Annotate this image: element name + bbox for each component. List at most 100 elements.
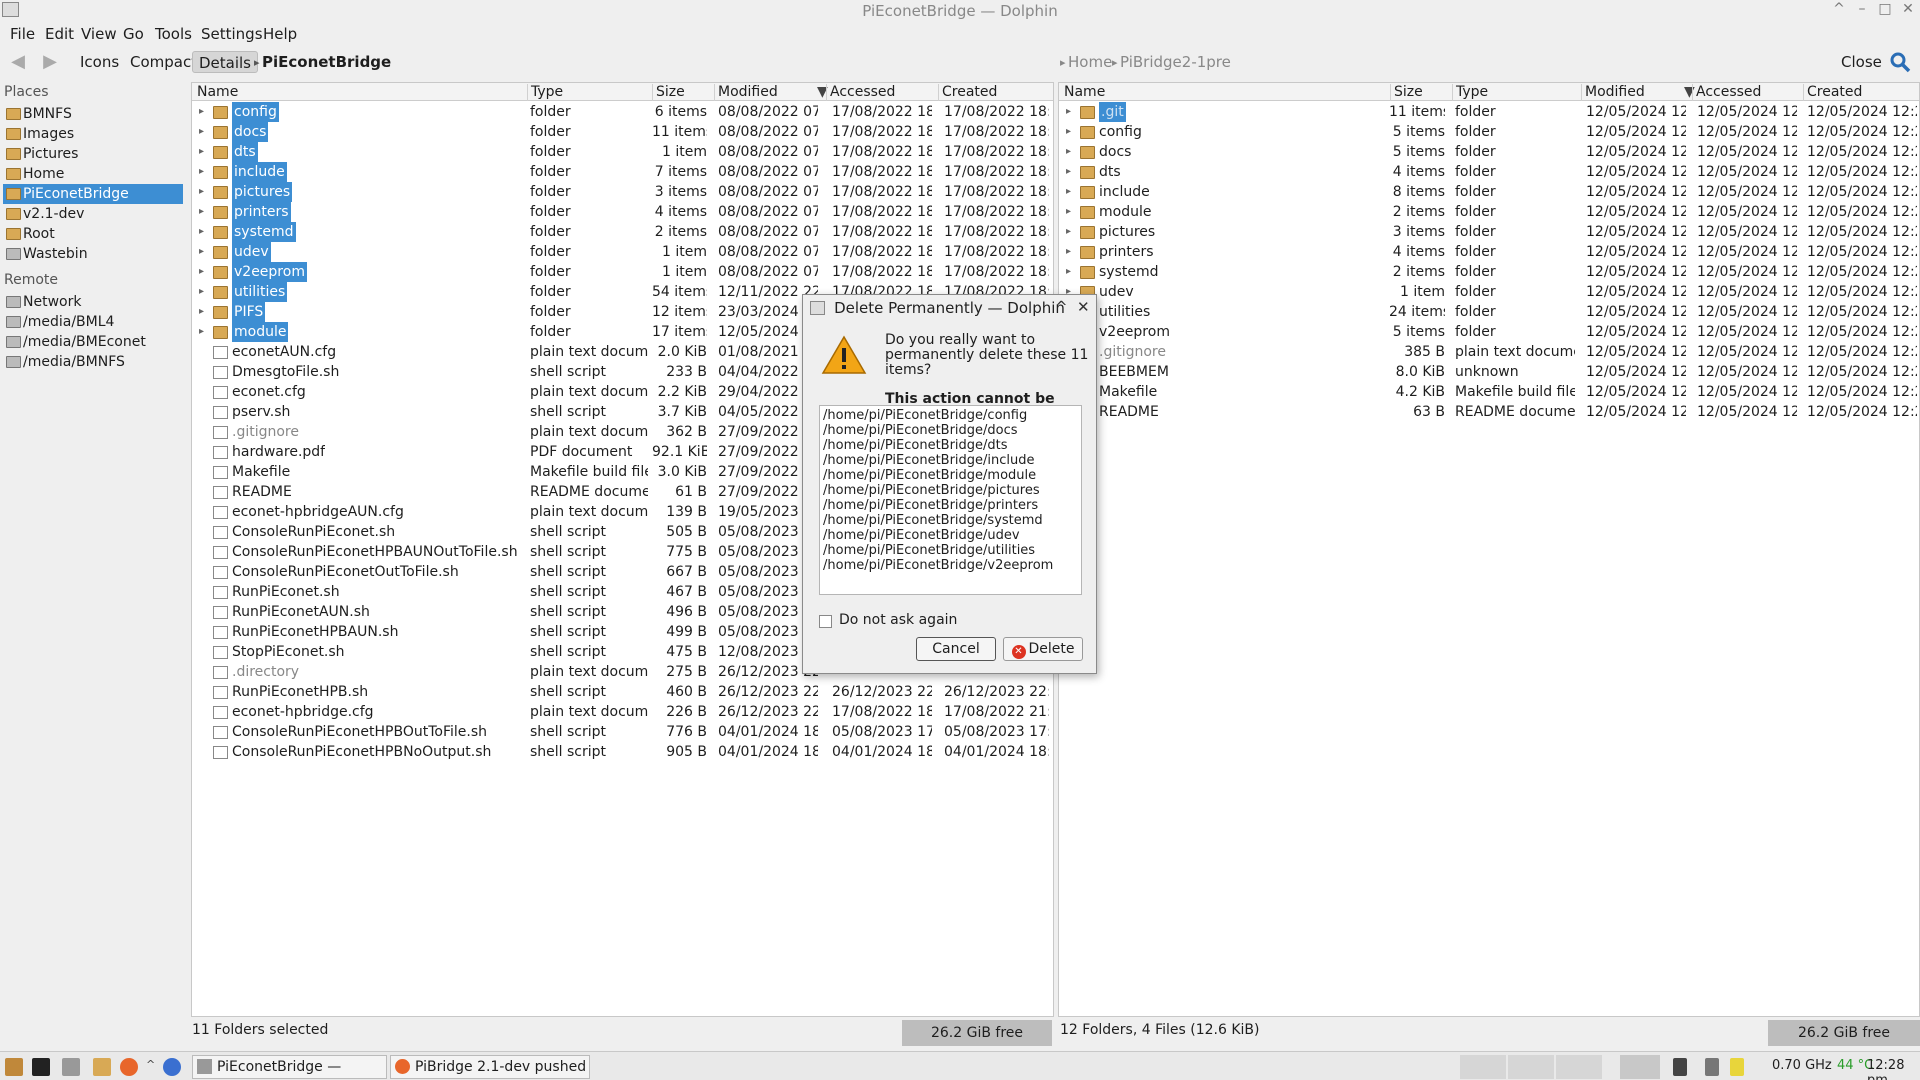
task-dolphin[interactable]: PiEconetBridge — Dolphin (192, 1055, 387, 1079)
header-type[interactable]: Type (1452, 84, 1488, 101)
clock[interactable]: 12:28 pm (1867, 1058, 1920, 1080)
close-split-button[interactable]: Close (1835, 51, 1888, 73)
expand-arrow-icon[interactable]: ▸ (1066, 222, 1071, 242)
header-size[interactable]: Size (1390, 84, 1423, 101)
expand-arrow-icon[interactable]: ▸ (1066, 182, 1071, 202)
close-window-button[interactable]: ✕ (1898, 1, 1918, 19)
forward-arrow-icon[interactable]: ▶ (38, 51, 62, 73)
search-icon[interactable] (1888, 51, 1912, 73)
remote-item[interactable]: /media/BML4 (3, 312, 183, 332)
expand-arrow-icon[interactable]: ▸ (199, 282, 204, 302)
file-row[interactable]: Makefile 4.2 KiB Makefile build file 12/05/… (1059, 382, 1919, 402)
dialog-shade-icon[interactable]: ^ (1055, 298, 1068, 316)
place-item[interactable]: BMNFS (3, 104, 183, 124)
file-manager-icon[interactable] (93, 1058, 111, 1076)
expand-arrow-icon[interactable]: ▸ (199, 242, 204, 262)
file-row[interactable]: ▸utilities24 itemsfolder12/05/2024 12:28… (1059, 302, 1919, 322)
file-row[interactable]: econet-hpbridge.cfg plain text document 22… (192, 702, 1053, 722)
file-row[interactable]: ▸ pictures folder 3 items 08/08/2022 07:43 17… (192, 182, 1053, 202)
task-browser[interactable]: PiBridge 2.1-dev pushed to... (390, 1055, 590, 1079)
file-row[interactable]: ▸ .git 11 items folder 12/05/2024 12:28 12/05… (1059, 102, 1919, 122)
file-row[interactable]: .gitignore 385 B plain text document 12/05/… (1059, 342, 1919, 362)
file-row[interactable]: ▸ systemd 2 items folder 12/05/2024 12:28 12/… (1059, 262, 1919, 282)
path-list[interactable]: /home/pi/PiEconetBridge/config/home/pi/P… (819, 405, 1082, 595)
browser-icon[interactable] (163, 1058, 181, 1076)
minimize-button[interactable]: – (1852, 1, 1872, 19)
header-size[interactable]: Size (652, 84, 685, 101)
right-file-pane[interactable]: Name Size Type Modified ▼ Accessed Creat… (1058, 82, 1920, 1017)
do-not-ask-checkbox[interactable] (819, 615, 832, 628)
expand-arrow-icon[interactable]: ▸ (1066, 262, 1071, 282)
expand-arrow-icon[interactable]: ▸ (199, 202, 204, 222)
file-row[interactable]: ▸ dts folder 1 item 08/08/2022 07:43 17/08/20… (192, 142, 1053, 162)
expand-arrow-icon[interactable]: ▸ (1066, 142, 1071, 162)
expand-arrow-icon[interactable]: ▸ (199, 322, 204, 342)
file-row[interactable]: ▸ printers 4 items folder 12/05/2024 12:28 12… (1059, 242, 1919, 262)
header-type[interactable]: Type (527, 84, 563, 101)
expand-arrow-icon[interactable]: ▸ (1066, 162, 1071, 182)
file-row[interactable]: README 63 B README document 12/05/2024 12:2… (1059, 402, 1919, 422)
file-row[interactable]: ▸ module 2 items folder 12/05/2024 12:28 12/0… (1059, 202, 1919, 222)
remote-item[interactable]: Network (3, 292, 183, 312)
terminal-icon[interactable] (32, 1058, 50, 1076)
expand-arrow-icon[interactable]: ▸ (199, 102, 204, 122)
file-row[interactable]: ▸ printers folder 4 items 08/08/2022 07:43 17… (192, 202, 1053, 222)
header-modified[interactable]: Modified (714, 84, 778, 101)
firefox-icon[interactable] (120, 1058, 138, 1076)
expand-arrow-icon[interactable]: ▸ (1066, 242, 1071, 262)
expand-arrow-icon[interactable]: ▸ (1066, 202, 1071, 222)
menu-go[interactable]: Go (123, 25, 144, 43)
maximize-button[interactable]: □ (1875, 1, 1895, 19)
file-row[interactable]: RunPiEconetHPB.sh shell script 460 B 26/12/… (192, 682, 1053, 702)
header-created[interactable]: Created (1803, 84, 1862, 101)
file-row[interactable]: ▸udev1 itemfolder12/05/2024 12:2812/05/2… (1059, 282, 1919, 302)
workspace-2[interactable] (1508, 1055, 1554, 1079)
place-item[interactable]: Root (3, 224, 183, 244)
dialog-close-icon[interactable]: ✕ (1077, 298, 1090, 316)
file-row[interactable]: ConsoleRunPiEconetHPBNoOutput.sh shell sc… (192, 742, 1053, 762)
file-row[interactable]: ▸ systemd folder 2 items 08/08/2022 07:43 17/… (192, 222, 1053, 242)
menu-help[interactable]: Help (263, 25, 297, 43)
file-row[interactable]: BEEBMEM 8.0 KiB unknown 12/05/2024 12:28 12/… (1059, 362, 1919, 382)
shade-button[interactable]: ^ (1829, 1, 1849, 19)
file-row[interactable]: ▸ config 5 items folder 12/05/2024 12:28 12/0… (1059, 122, 1919, 142)
cancel-button[interactable]: Cancel (916, 637, 996, 661)
workspace-3[interactable] (1556, 1055, 1602, 1079)
menu-view[interactable]: View (81, 25, 117, 43)
text-editor-icon[interactable] (62, 1058, 80, 1076)
place-item[interactable]: Images (3, 124, 183, 144)
file-row[interactable]: ▸ pictures 3 items folder 12/05/2024 12:28 12… (1059, 222, 1919, 242)
volume-muted-icon[interactable] (1673, 1058, 1687, 1076)
remote-item[interactable]: /media/BMEconet (3, 332, 183, 352)
header-name[interactable]: Name (194, 84, 238, 101)
expand-arrow-icon[interactable]: ▸ (199, 182, 204, 202)
place-item[interactable]: Pictures (3, 144, 183, 164)
expand-arrow-icon[interactable]: ▸ (199, 162, 204, 182)
workspace-4[interactable] (1620, 1055, 1660, 1079)
expand-arrow-icon[interactable]: ▸ (199, 262, 204, 282)
file-row[interactable]: ▸ docs folder 11 items 08/08/2022 07:43 17/08… (192, 122, 1053, 142)
remote-item[interactable]: /media/BMNFS (3, 352, 183, 372)
menu-edit[interactable]: Edit (45, 25, 74, 43)
expand-arrow-icon[interactable]: ▸ (199, 122, 204, 142)
place-item[interactable]: Home (3, 164, 183, 184)
header-modified[interactable]: Modified (1581, 84, 1645, 101)
file-row[interactable]: ▸ docs 5 items folder 12/05/2024 12:28 12/05/… (1059, 142, 1919, 162)
workspace-1[interactable] (1460, 1055, 1506, 1079)
header-accessed[interactable]: Accessed (1692, 84, 1761, 101)
do-not-ask-label[interactable]: Do not ask again (839, 612, 957, 628)
breadcrumb-right-current[interactable]: PiBridge2-1pre (1114, 51, 1237, 73)
menu-settings[interactable]: Settings (201, 25, 263, 43)
file-row[interactable]: ▸ udev folder 1 item 08/08/2022 07:43 17/08/2… (192, 242, 1053, 262)
file-row[interactable]: ▸ include 8 items folder 12/05/2024 12:28 12/… (1059, 182, 1919, 202)
header-accessed[interactable]: Accessed (826, 84, 895, 101)
file-row[interactable]: ConsoleRunPiEconetHPBOutToFile.sh shell s… (192, 722, 1053, 742)
delete-button[interactable]: ✕ Delete (1003, 637, 1083, 661)
file-row[interactable]: ▸v2eeprom5 itemsfolder12/05/2024 12:2812… (1059, 322, 1919, 342)
file-row[interactable]: ▸ config folder 6 items 08/08/2022 07:43 17/0… (192, 102, 1053, 122)
place-item[interactable]: Wastebin (3, 244, 183, 264)
breadcrumb-left-current[interactable]: PiEconetBridge (256, 51, 397, 73)
expand-arrow-icon[interactable]: ▸ (1066, 102, 1071, 122)
icons-view-button[interactable]: Icons (74, 51, 125, 73)
start-menu-icon[interactable] (5, 1058, 23, 1076)
